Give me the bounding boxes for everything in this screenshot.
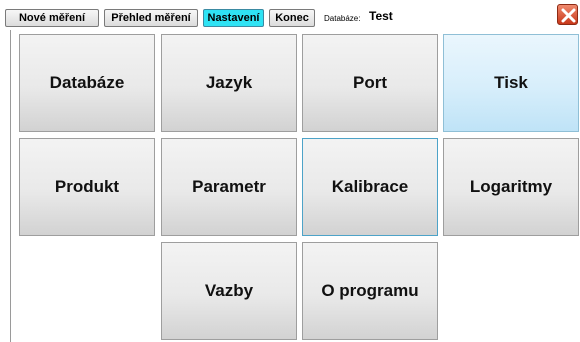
close-x-icon (561, 8, 576, 23)
tab-prehled-mereni[interactable]: Přehled měření (104, 9, 198, 27)
tab-nastaveni[interactable]: Nastavení (203, 9, 264, 27)
tile-jazyk[interactable]: Jazyk (161, 34, 297, 132)
content-left-divider (10, 30, 11, 342)
tile-port[interactable]: Port (302, 34, 438, 132)
database-value: Test (369, 9, 393, 23)
close-button[interactable] (557, 4, 578, 25)
tile-o-programu[interactable]: O programu (302, 242, 438, 340)
tile-kalibrace[interactable]: Kalibrace (302, 138, 438, 236)
database-label: Databáze: (324, 14, 361, 23)
top-toolbar: Nové měření Přehled měření Nastavení Kon… (0, 0, 580, 30)
tile-vazby[interactable]: Vazby (161, 242, 297, 340)
tile-logaritmy[interactable]: Logaritmy (443, 138, 579, 236)
tab-konec[interactable]: Konec (269, 9, 315, 27)
tile-parametr[interactable]: Parametr (161, 138, 297, 236)
tab-nove-mereni[interactable]: Nové měření (5, 9, 99, 27)
tile-produkt[interactable]: Produkt (19, 138, 155, 236)
tile-tisk[interactable]: Tisk (443, 34, 579, 132)
tile-databaze[interactable]: Databáze (19, 34, 155, 132)
